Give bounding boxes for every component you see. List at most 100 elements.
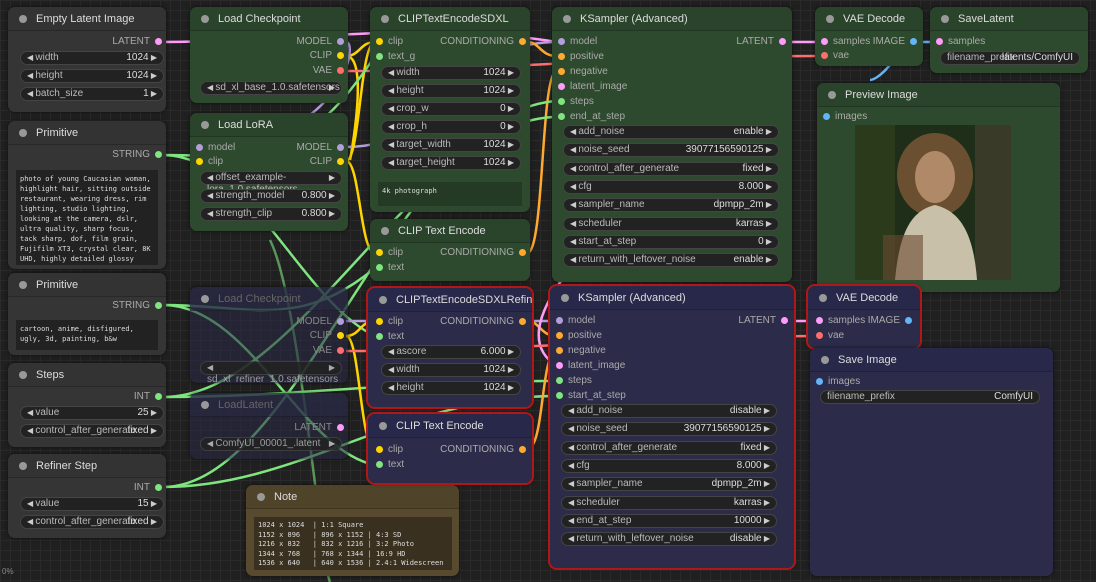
output-model[interactable]: MODEL: [266, 315, 346, 329]
node-title[interactable]: Empty Latent Image: [8, 7, 166, 31]
node-title[interactable]: Primitive: [8, 121, 166, 145]
input-clip[interactable]: clip: [374, 246, 434, 260]
collapse-dot-icon[interactable]: [19, 281, 27, 289]
node-note[interactable]: Note 1024 x 1024 | 1:1 Square 1152 x 896…: [246, 485, 459, 576]
input-model[interactable]: model: [194, 141, 254, 155]
input-vae[interactable]: vae: [819, 49, 879, 63]
width-widget[interactable]: width 1024: [20, 51, 164, 65]
collapse-dot-icon[interactable]: [19, 129, 27, 137]
ksampler-widget[interactable]: end_at_step 10000: [561, 513, 777, 528]
node-ksampler-refiner[interactable]: KSampler (Advanced) model positive negative…: [548, 284, 796, 570]
output-conditioning[interactable]: CONDITIONING: [428, 246, 528, 260]
node-clip-text-encode-negative[interactable]: CLIP Text Encode clip text CONDITIONING: [370, 219, 530, 281]
filename-prefix-widget[interactable]: filename_prefix ComfyUI: [820, 390, 1040, 404]
collapse-dot-icon[interactable]: [821, 356, 829, 364]
node-title[interactable]: Load LoRA: [190, 113, 348, 137]
input-clip[interactable]: clip: [374, 315, 434, 329]
input-steps[interactable]: steps: [554, 374, 644, 388]
node-primitive-negative[interactable]: Primitive STRING cartoon, anime, disfigu…: [8, 273, 166, 355]
collapse-dot-icon[interactable]: [819, 294, 827, 302]
node-title[interactable]: Save Image: [810, 348, 1053, 372]
ckpt-name-widget[interactable]: sd_xl_refiner_1.0.safetensors: [200, 361, 342, 383]
output-latent[interactable]: LATENT: [718, 35, 788, 49]
filename-prefix-widget[interactable]: filename_prefix latents/ComfyUI: [940, 51, 1080, 65]
collapse-dot-icon[interactable]: [201, 295, 209, 303]
input-vae[interactable]: vae: [814, 329, 874, 343]
ksampler-widget[interactable]: control_after_generate fixed: [561, 440, 777, 455]
ksampler-widget[interactable]: cfg 8.000: [563, 179, 779, 194]
node-title[interactable]: KSampler (Advanced): [550, 286, 794, 310]
input-images[interactable]: images: [814, 375, 894, 389]
input-images[interactable]: images: [821, 110, 901, 124]
input-text-g[interactable]: text_g: [374, 50, 434, 64]
output-clip[interactable]: CLIP: [266, 49, 346, 63]
strength-clip-widget[interactable]: strength_clip 0.800: [200, 207, 342, 221]
collapse-dot-icon[interactable]: [379, 422, 387, 430]
node-title[interactable]: SaveLatent: [930, 7, 1088, 31]
collapse-dot-icon[interactable]: [19, 371, 27, 379]
collapse-dot-icon[interactable]: [563, 15, 571, 23]
control-widget[interactable]: control_after_generatefixed: [20, 424, 164, 438]
node-title[interactable]: CLIP Text Encode: [370, 219, 530, 243]
node-title[interactable]: Note: [246, 485, 459, 509]
control-widget[interactable]: control_after_generatefixed: [20, 515, 164, 529]
output-model[interactable]: MODEL: [266, 35, 346, 49]
input-latent-image[interactable]: latent_image: [554, 359, 644, 373]
output-vae[interactable]: VAE: [266, 344, 346, 358]
latent-file-widget[interactable]: ComfyUI_00001_.latent: [200, 437, 342, 451]
ksampler-widget[interactable]: control_after_generate fixed: [563, 161, 779, 176]
node-title[interactable]: Refiner Step: [8, 454, 166, 478]
ksampler-widget[interactable]: cfg 8.000: [561, 458, 777, 473]
node-title[interactable]: CLIP Text Encode: [368, 414, 532, 438]
collapse-dot-icon[interactable]: [19, 15, 27, 23]
note-textarea[interactable]: 1024 x 1024 | 1:1 Square 1152 x 896 | 89…: [254, 517, 452, 570]
node-primitive-positive[interactable]: Primitive STRING photo of young Caucasia…: [8, 121, 166, 269]
node-preview-image[interactable]: Preview Image images: [817, 83, 1060, 292]
node-load-checkpoint-refiner[interactable]: Load Checkpoint MODEL CLIP VAE sd_xl_ref…: [190, 287, 348, 383]
input-negative[interactable]: negative: [554, 344, 644, 358]
ksampler-widget[interactable]: sampler_name dpmpp_2m: [563, 198, 779, 213]
ksampler-widget[interactable]: add_noise disable: [561, 404, 777, 418]
input-latent-image[interactable]: latent_image: [556, 80, 646, 94]
node-load-checkpoint[interactable]: Load Checkpoint MODEL CLIP VAE sd_xl_bas…: [190, 7, 348, 103]
output-conditioning[interactable]: CONDITIONING: [428, 35, 528, 49]
negative-textarea[interactable]: cartoon, anime, disfigured, ugly, 3d, pa…: [16, 320, 158, 350]
node-clip-text-encode-sdxl[interactable]: CLIPTextEncodeSDXL clip text_g CONDITION…: [370, 7, 530, 212]
input-text[interactable]: text: [374, 330, 434, 344]
target-width-widget[interactable]: target_width 1024: [381, 138, 521, 152]
input-clip[interactable]: clip: [194, 155, 254, 169]
node-title[interactable]: Steps: [8, 363, 166, 387]
node-title[interactable]: Primitive: [8, 273, 166, 297]
node-vae-decode-refiner[interactable]: VAE Decode samples vae IMAGE: [806, 284, 922, 350]
input-clip[interactable]: clip: [374, 35, 434, 49]
collapse-dot-icon[interactable]: [826, 15, 834, 23]
crop-h-widget[interactable]: crop_h 0: [381, 120, 521, 134]
ksampler-widget[interactable]: noise_seed 390771565901​25: [561, 422, 777, 437]
height-widget[interactable]: height 1024: [381, 84, 521, 98]
output-latent[interactable]: LATENT: [84, 35, 164, 49]
value-widget[interactable]: value 15: [20, 497, 164, 511]
output-clip[interactable]: CLIP: [266, 329, 346, 343]
output-int[interactable]: INT: [84, 390, 164, 404]
ksampler-widget[interactable]: add_noise enable: [563, 125, 779, 139]
input-text[interactable]: text: [374, 261, 434, 275]
node-title[interactable]: CLIPTextEncodeSDXL: [370, 7, 530, 31]
output-conditioning[interactable]: CONDITIONING: [428, 315, 528, 329]
node-title[interactable]: KSampler (Advanced): [552, 7, 792, 31]
output-clip[interactable]: CLIP: [266, 155, 346, 169]
ascore-widget[interactable]: ascore 6.000: [381, 345, 521, 359]
ksampler-widget[interactable]: start_at_step 0: [563, 234, 779, 249]
input-positive[interactable]: positive: [554, 329, 644, 343]
node-title[interactable]: VAE Decode: [808, 286, 920, 310]
batch-size-widget[interactable]: batch_size 1: [20, 87, 164, 101]
ckpt-name-widget[interactable]: sd_xl_base_1.0.safetensors: [200, 81, 342, 95]
node-refiner-step[interactable]: Refiner Step INT value 15 control_after_g…: [8, 454, 166, 538]
node-clip-text-encode-sdxl-refiner[interactable]: CLIPTextEncodeSDXLRefiner clip text COND…: [366, 286, 534, 409]
ksampler-widget[interactable]: sampler_name dpmpp_2m: [561, 477, 777, 492]
crop-w-widget[interactable]: crop_w 0: [381, 102, 521, 116]
target-height-widget[interactable]: target_height 1024: [381, 156, 521, 170]
collapse-dot-icon[interactable]: [201, 401, 209, 409]
input-samples[interactable]: samples: [934, 35, 1014, 49]
collapse-dot-icon[interactable]: [257, 493, 265, 501]
node-load-latent[interactable]: LoadLatent LATENT ComfyUI_00001_.latent: [190, 393, 348, 459]
